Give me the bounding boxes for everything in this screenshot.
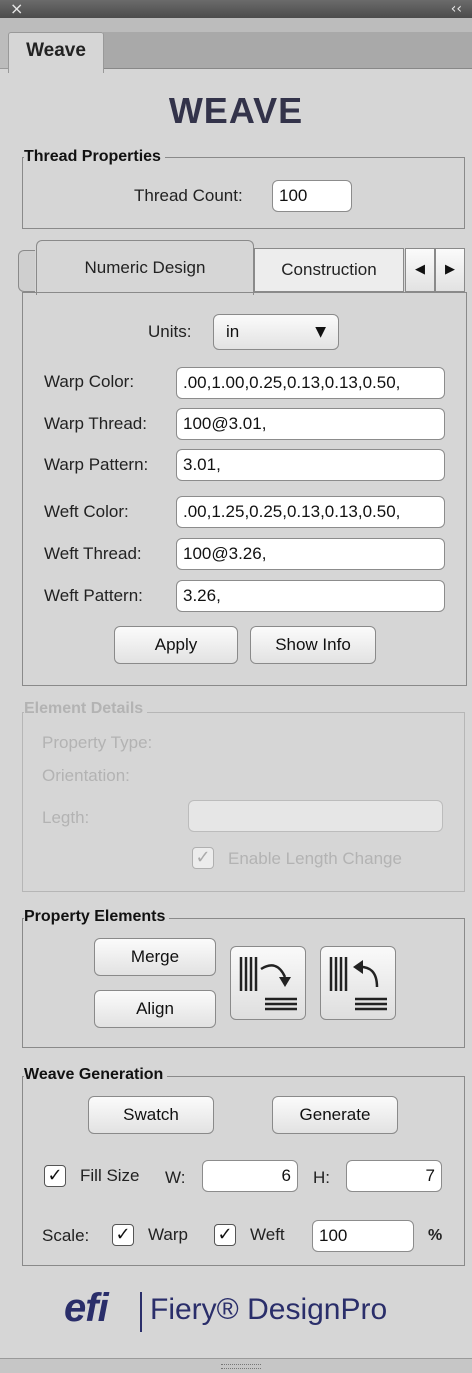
weft-thread-label: Weft Thread: [44,544,142,563]
height-input[interactable]: 7 [346,1160,442,1192]
scale-input[interactable]: 100 [312,1220,414,1252]
thread-properties-label: Thread Properties [24,148,165,166]
weft-thread-input[interactable]: 100@3.26, [176,538,445,570]
tab-prev-arrow-icon[interactable]: ◀ [405,248,435,292]
orientation-label: Orientation: [42,766,130,785]
weft-pattern-label: Weft Pattern: [44,586,143,605]
chevron-down-icon: ▼ [315,324,326,340]
tab-numeric-design[interactable]: Numeric Design [36,240,254,295]
element-details-label: Element Details [24,700,148,718]
efi-logo: efi [64,1286,109,1330]
app-title: WEAVE [168,90,304,131]
weft-pattern-input[interactable]: 3.26, [176,580,445,612]
length-label: Legth: [42,808,90,827]
apply-button[interactable]: Apply [114,626,238,664]
numeric-design-panel [22,292,467,686]
tab-scroll-left-edge [18,250,35,292]
warp-pattern-input[interactable]: 3.01, [176,449,445,481]
percent-label: % [428,1227,443,1244]
thread-count-label: Thread Count: [134,186,243,205]
fill-size-checkbox[interactable]: ✓ [44,1165,66,1187]
show-info-button[interactable]: Show Info [250,626,376,664]
swatch-button[interactable]: Swatch [88,1096,214,1134]
warp-thread-label: Warp Thread: [44,414,147,433]
scale-warp-label: Warp [148,1225,188,1244]
length-input[interactable] [188,800,443,832]
units-value: in [226,322,240,341]
scale-weft-label: Weft [250,1225,285,1244]
collapse-icon[interactable]: ‹‹ [451,0,462,18]
property-type-label: Property Type: [42,733,153,752]
width-input[interactable]: 6 [202,1160,298,1192]
enable-length-label: Enable Length Change [228,849,402,868]
width-label: W: [165,1168,186,1187]
weft-color-label: Weft Color: [44,502,129,521]
close-icon[interactable]: × [10,0,23,18]
warp-color-label: Warp Color: [44,372,135,391]
align-button[interactable]: Align [94,990,216,1028]
rotate-counterclockwise-icon [329,957,387,1011]
product-name: Fiery® DesignPro [150,1293,388,1326]
enable-length-checkbox[interactable]: ✓ [192,847,214,869]
units-select[interactable]: in ▼ [213,314,339,350]
panel-tab-strip: Weave [0,18,472,73]
tab-next-arrow-icon[interactable]: ▶ [435,248,465,292]
warp-pattern-label: Warp Pattern: [44,455,149,474]
generate-button[interactable]: Generate [272,1096,398,1134]
rotate-clockwise-icon [239,957,297,1011]
units-label: Units: [148,322,192,341]
tab-construction[interactable]: Construction [254,248,404,292]
scale-weft-checkbox[interactable]: ✓ [214,1224,236,1246]
resize-bar[interactable] [0,1358,472,1373]
rotate-counterclockwise-button[interactable] [320,946,396,1020]
tab-weave[interactable]: Weave [8,32,104,73]
warp-color-input[interactable]: .00,1.00,0.25,0.13,0.13,0.50, [176,367,445,399]
weft-color-input[interactable]: .00,1.25,0.25,0.13,0.13,0.50, [176,496,445,528]
scale-label: Scale: [42,1226,90,1245]
thread-count-input[interactable]: 100 [272,180,352,212]
scale-warp-checkbox[interactable]: ✓ [112,1224,134,1246]
resize-grip-icon [221,1364,261,1369]
property-elements-label: Property Elements [24,908,170,926]
fill-size-label: Fill Size [80,1166,140,1185]
warp-thread-input[interactable]: 100@3.01, [176,408,445,440]
tab-strip-empty [103,32,472,69]
height-label: H: [313,1168,330,1187]
thread-properties-group [22,157,465,229]
weave-generation-label: Weave Generation [24,1066,168,1084]
logo-divider [140,1292,142,1332]
merge-button[interactable]: Merge [94,938,216,976]
panel-title-bar: × ‹‹ [0,0,472,19]
rotate-clockwise-button[interactable] [230,946,306,1020]
